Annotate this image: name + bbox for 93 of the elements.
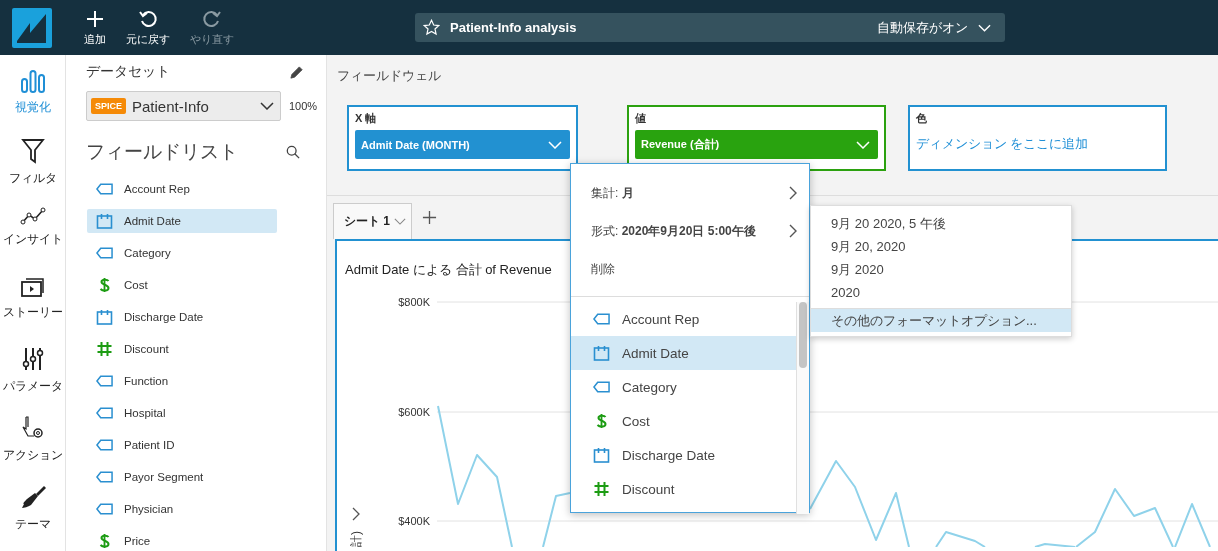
spice-badge: SPICE <box>91 98 126 114</box>
star-icon[interactable] <box>423 19 440 36</box>
undo-icon <box>138 8 158 29</box>
add-sheet-icon[interactable] <box>422 210 437 225</box>
field-item[interactable]: Discharge Date <box>87 305 277 329</box>
y-tick-label: $600K <box>398 406 430 418</box>
line-chart-icon <box>19 207 46 226</box>
field-item[interactable]: Patient ID <box>87 433 277 457</box>
field-item[interactable]: Price <box>87 529 277 551</box>
field-item[interactable]: Category <box>87 241 277 265</box>
well-label: 値 <box>635 111 647 126</box>
calendar-icon <box>96 309 113 325</box>
field-item[interactable]: Payor Segment <box>87 465 277 489</box>
nav-item[interactable]: フィルタ <box>0 136 65 206</box>
tag-icon <box>96 183 113 195</box>
funnel-icon <box>20 138 45 165</box>
menu-item[interactable]: 集計: 月 <box>571 174 809 212</box>
menu-field-item[interactable]: Discharge Date <box>571 438 796 472</box>
menu-field-item[interactable]: Admit Date <box>571 336 796 370</box>
menu-field-item[interactable]: Cost <box>571 404 796 438</box>
chevron-right-icon <box>789 224 797 238</box>
play-slides-icon <box>19 276 46 299</box>
calendar-icon <box>96 213 113 229</box>
calendar-icon <box>593 345 610 361</box>
chevron-right-icon <box>789 186 797 200</box>
calendar-icon <box>593 447 610 463</box>
nav-item[interactable]: アクション <box>0 412 65 482</box>
y-tick-label: $800K <box>398 296 430 308</box>
plus-icon <box>85 8 105 29</box>
menu-field-item[interactable]: Account Rep <box>571 302 796 336</box>
menu-field-item[interactable]: Category <box>571 370 796 404</box>
y-axis-title: 計) <box>349 531 363 547</box>
nav-item[interactable]: 視覚化 <box>0 67 65 137</box>
chevron-down-icon[interactable] <box>978 23 991 32</box>
autosave-status[interactable]: 自動保存がオン <box>877 18 968 37</box>
tag-icon <box>593 313 610 325</box>
scrollbar-thumb[interactable] <box>799 302 807 368</box>
format-option[interactable]: 9月 20 2020, 5 午後 <box>811 212 1071 235</box>
pencil-icon[interactable] <box>289 64 304 80</box>
analysis-title-bar[interactable]: Patient-Info analysis 自動保存がオン <box>415 13 1005 42</box>
tag-icon <box>96 439 113 451</box>
bar-chart-icon <box>19 69 46 93</box>
dataset-percent: 100% <box>289 100 318 112</box>
field-item[interactable]: Function <box>87 369 277 393</box>
chevron-down-icon <box>394 218 406 225</box>
field-item[interactable]: Admit Date <box>87 209 277 233</box>
format-option[interactable]: 9月 20, 2020 <box>811 235 1071 258</box>
menu-item[interactable]: 形式: 2020年9月20日 5:00午後 <box>571 212 809 250</box>
field-item[interactable]: Cost <box>87 273 277 297</box>
hash-icon <box>96 341 113 357</box>
field-item[interactable]: Hospital <box>87 401 277 425</box>
menu-field-item[interactable]: Discount <box>571 472 796 506</box>
dataset-heading: データセット <box>86 63 170 81</box>
hash-icon <box>593 481 610 497</box>
scrollbar[interactable] <box>796 302 809 514</box>
nav-item[interactable]: テーマ <box>0 481 65 551</box>
tag-icon <box>593 381 610 393</box>
tag-icon <box>96 247 113 259</box>
add-dimension-link[interactable]: ディメンション をここに追加 <box>916 136 1159 153</box>
sliders-icon <box>20 345 45 372</box>
field-item[interactable]: Account Rep <box>87 177 277 201</box>
chevron-down-icon <box>856 140 870 149</box>
tag-icon <box>96 375 113 387</box>
toolbar-button[interactable]: 元に戻す <box>116 8 180 47</box>
tag-icon <box>96 503 113 515</box>
chevron-right-icon[interactable] <box>352 507 360 521</box>
visual-title: Admit Date による 合計 of Revenue <box>345 261 552 279</box>
chevron-down-icon <box>260 102 274 110</box>
toolbar-button[interactable]: 追加 <box>74 8 116 47</box>
analysis-title: Patient-Info analysis <box>450 20 577 35</box>
nav-item[interactable]: ストーリー <box>0 274 65 344</box>
app-logo-icon[interactable] <box>12 7 52 48</box>
redo-icon <box>202 8 222 29</box>
nav-item[interactable]: インサイト <box>0 205 65 275</box>
menu-item[interactable]: 削除 <box>571 250 809 288</box>
nav-item[interactable]: パラメータ <box>0 343 65 413</box>
format-option[interactable]: その他のフォーマットオプション... <box>811 308 1071 332</box>
paintbrush-icon <box>19 483 46 510</box>
format-option[interactable]: 9月 2020 <box>811 258 1071 281</box>
format-option[interactable]: 2020 <box>811 281 1071 304</box>
chevron-down-icon <box>548 140 562 149</box>
tag-icon <box>96 471 113 483</box>
field-list-heading: フィールドリスト <box>86 140 238 164</box>
sheet-tab[interactable]: シート 1 <box>333 203 412 239</box>
field-wells-heading: フィールドウェル <box>337 67 442 85</box>
tag-icon <box>96 407 113 419</box>
well-label: X 軸 <box>355 111 378 126</box>
dataset-select[interactable]: SPICE Patient-Info <box>86 91 281 121</box>
field-item[interactable]: Discount <box>87 337 277 361</box>
search-icon[interactable] <box>286 145 300 159</box>
field-item[interactable]: Physician <box>87 497 277 521</box>
well-label: 色 <box>916 111 928 126</box>
y-tick-label: $400K <box>398 515 430 527</box>
